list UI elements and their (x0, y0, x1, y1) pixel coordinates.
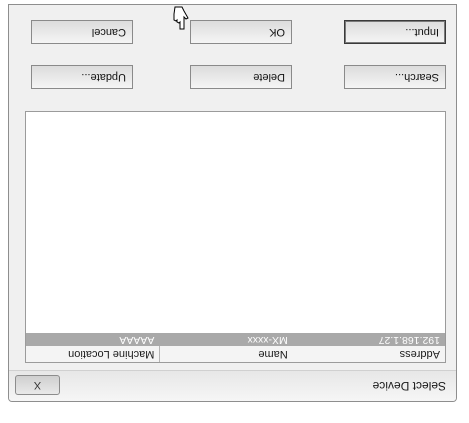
cell-address: 192.168.1.27 (378, 334, 440, 346)
update-button[interactable]: Update... (31, 65, 133, 89)
cell-name: MX-xxxx (247, 334, 288, 346)
column-header-row: Address Name Machine Location (26, 345, 445, 362)
close-icon: X (33, 379, 42, 391)
delete-button[interactable]: Delete (190, 65, 292, 89)
rotated-scene: Select Device X Address Name Machine Loc… (0, 0, 469, 423)
search-button[interactable]: Search... (344, 65, 446, 89)
column-header-machine-location[interactable]: Machine Location (26, 346, 159, 362)
table-row[interactable]: 192.168.1.27 MX-xxxx AAAAA (26, 333, 445, 346)
title-bar: Select Device X (9, 370, 456, 401)
cell-machine-location: AAAAA (119, 334, 155, 346)
select-device-dialog: Select Device X Address Name Machine Loc… (8, 4, 457, 402)
device-list[interactable]: Address Name Machine Location 192.168.1.… (25, 111, 446, 363)
column-header-address[interactable]: Address (293, 346, 445, 362)
column-header-name[interactable]: Name (159, 346, 293, 362)
close-button[interactable]: X (15, 375, 60, 395)
hand-cursor-icon (173, 6, 189, 30)
cancel-button[interactable]: Cancel (31, 20, 133, 44)
ok-button[interactable]: OK (190, 20, 292, 44)
input-button[interactable]: Input... (344, 20, 446, 44)
window-title: Select Device (372, 379, 446, 393)
